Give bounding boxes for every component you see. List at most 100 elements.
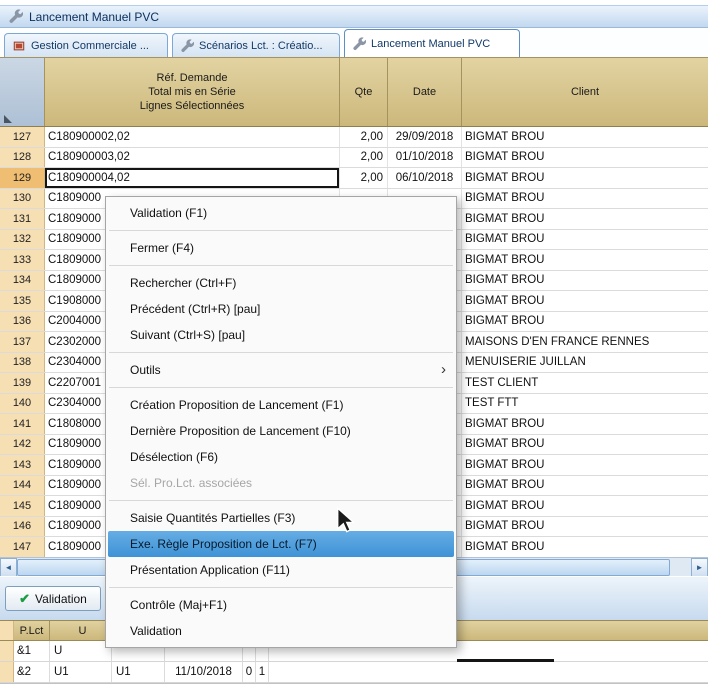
cell-num[interactable]: 129 (0, 168, 45, 188)
cell-num[interactable]: 135 (0, 291, 45, 311)
tab-gestion-commerciale[interactable]: Gestion Commerciale ... (4, 33, 168, 57)
menu-item-fermer-f4[interactable]: Fermer (F4) (106, 235, 456, 261)
cell-client[interactable]: BIGMAT BROU (462, 189, 708, 209)
bottom-header-plct[interactable]: P.Lct (14, 621, 50, 640)
cell-client[interactable]: BIGMAT BROU (462, 127, 708, 147)
cell-client[interactable]: BIGMAT BROU (462, 455, 708, 475)
cell-client[interactable]: MAISONS D'EN FRANCE RENNES (462, 332, 708, 352)
grid-row-127[interactable]: 127C180900002,022,0029/09/2018BIGMAT BRO… (0, 127, 708, 148)
cell-client[interactable]: BIGMAT BROU (462, 537, 708, 557)
cell[interactable]: U1 (112, 662, 165, 682)
cell-client[interactable]: BIGMAT BROU (462, 291, 708, 311)
cell-date[interactable]: 01/10/2018 (388, 148, 462, 168)
tab-lancement-manuel-pvc[interactable]: Lancement Manuel PVC (344, 29, 520, 57)
cell-client[interactable]: BIGMAT BROU (462, 148, 708, 168)
validation-button[interactable]: ✔ Validation (5, 586, 101, 611)
column-header-ref-demande[interactable]: Réf. Demande Total mis en Série Lignes S… (45, 58, 340, 126)
cell[interactable]: 11/10/2018 (165, 662, 243, 682)
cell-client[interactable]: BIGMAT BROU (462, 271, 708, 291)
menu-item-validation-f1[interactable]: Validation (F1) (106, 200, 456, 226)
cell-client[interactable]: TEST FTT (462, 394, 708, 414)
bottom-header-u[interactable]: U (50, 621, 112, 640)
cell-client[interactable]: TEST CLIENT (462, 373, 708, 393)
cell-client[interactable]: BIGMAT BROU (462, 209, 708, 229)
cell-num[interactable]: 144 (0, 476, 45, 496)
cell-client[interactable]: BIGMAT BROU (462, 517, 708, 537)
tab-scenarios-lct[interactable]: Scénarios Lct. : Créatio... (172, 33, 340, 57)
cell-client[interactable]: BIGMAT BROU (462, 312, 708, 332)
cell-client[interactable]: BIGMAT BROU (462, 414, 708, 434)
menu-item-label: Outils (130, 363, 161, 377)
cell-num[interactable]: 137 (0, 332, 45, 352)
cell-num[interactable]: 134 (0, 271, 45, 291)
cell[interactable] (269, 662, 708, 682)
menu-separator (109, 587, 453, 588)
cell-date[interactable]: 06/10/2018 (388, 168, 462, 188)
cell-client[interactable]: BIGMAT BROU (462, 496, 708, 516)
column-header-date[interactable]: Date (388, 58, 462, 126)
cell-date[interactable]: 29/09/2018 (388, 127, 462, 147)
menu-item-derni-re-proposition-de-lancement-f10[interactable]: Dernière Proposition de Lancement (F10) (106, 418, 456, 444)
cell-ref[interactable]: C180900003,02 (45, 148, 340, 168)
cell-num[interactable]: 136 (0, 312, 45, 332)
header-line: Réf. Demande (157, 71, 228, 85)
grid-corner-cell[interactable] (0, 58, 45, 126)
cell-client[interactable]: BIGMAT BROU (462, 230, 708, 250)
menu-item-suivant-ctrl-s-pau[interactable]: Suivant (Ctrl+S) [pau] (106, 322, 456, 348)
cell-client[interactable]: BIGMAT BROU (462, 250, 708, 270)
cell-num[interactable]: 139 (0, 373, 45, 393)
menu-item-rechercher-ctrl-f[interactable]: Rechercher (Ctrl+F) (106, 270, 456, 296)
bottom-header-corner[interactable] (0, 621, 14, 640)
cell-client[interactable]: BIGMAT BROU (462, 476, 708, 496)
cell-ref[interactable]: C180900004,02 (45, 168, 340, 188)
cell-client[interactable]: BIGMAT BROU (462, 435, 708, 455)
grid-row-129[interactable]: 129C180900004,022,0006/10/2018BIGMAT BRO… (0, 168, 708, 189)
context-menu: Validation (F1) Fermer (F4) Rechercher (Ct… (105, 196, 457, 648)
column-header-qte[interactable]: Qte (340, 58, 388, 126)
cell-ref[interactable]: C180900002,02 (45, 127, 340, 147)
cell-num[interactable]: 147 (0, 537, 45, 557)
cell-num[interactable]: 145 (0, 496, 45, 516)
cell-num[interactable]: 132 (0, 230, 45, 250)
menu-item-pr-sentation-application-f11[interactable]: Présentation Application (F11) (106, 557, 456, 583)
menu-item-saisie-quantit-s-partielles-f3[interactable]: Saisie Quantités Partielles (F3) (106, 505, 456, 531)
cell-qte[interactable]: 2,00 (340, 168, 388, 188)
row-header-cell[interactable] (0, 641, 14, 661)
cell-num[interactable]: 131 (0, 209, 45, 229)
column-header-client[interactable]: Client (462, 58, 708, 126)
cell-num[interactable]: 128 (0, 148, 45, 168)
cell-num[interactable]: 138 (0, 353, 45, 373)
cell-num[interactable]: 146 (0, 517, 45, 537)
cell-client[interactable]: BIGMAT BROU (462, 168, 708, 188)
cell-client[interactable]: MENUISERIE JUILLAN (462, 353, 708, 373)
row-header-cell[interactable] (0, 662, 14, 682)
cell-num[interactable]: 133 (0, 250, 45, 270)
cell[interactable]: 1 (256, 662, 269, 682)
menu-item-cr-ation-proposition-de-lancement-f1[interactable]: Création Proposition de Lancement (F1) (106, 392, 456, 418)
cell-num[interactable]: 140 (0, 394, 45, 414)
menu-item-d-s-lection-f6[interactable]: Désélection (F6) (106, 444, 456, 470)
cell-num[interactable]: 143 (0, 455, 45, 475)
menu-item-validation[interactable]: Validation (106, 618, 456, 644)
cell-plct[interactable]: &2 (14, 662, 50, 682)
grid-row-128[interactable]: 128C180900003,022,0001/10/2018BIGMAT BRO… (0, 148, 708, 169)
menu-separator (109, 230, 453, 231)
cell[interactable]: 0 (243, 662, 256, 682)
scroll-right-button[interactable]: ► (691, 558, 708, 577)
scroll-left-button[interactable]: ◄ (0, 558, 17, 577)
cell-qte[interactable]: 2,00 (340, 148, 388, 168)
bottom-grid-row-2[interactable]: &2 U1 U1 11/10/2018 0 1 (0, 662, 708, 683)
cell[interactable]: U1 (50, 662, 112, 682)
cell-qte[interactable]: 2,00 (340, 127, 388, 147)
menu-item-contr-le-maj-f1[interactable]: Contrôle (Maj+F1) (106, 592, 456, 618)
cell-num[interactable]: 130 (0, 189, 45, 209)
menu-item-pr-c-dent-ctrl-r-pau[interactable]: Précédent (Ctrl+R) [pau] (106, 296, 456, 322)
cell-plct[interactable]: &1 (14, 641, 50, 661)
menu-item-exe-r-gle-proposition-de-lct-f7[interactable]: Exe. Règle Proposition de Lct. (F7) (108, 531, 454, 557)
menu-item-outils[interactable]: Outils› (106, 357, 456, 383)
cell-num[interactable]: 142 (0, 435, 45, 455)
cell[interactable]: U (50, 641, 112, 661)
window-titlebar[interactable]: Lancement Manuel PVC (0, 5, 708, 28)
cell-num[interactable]: 141 (0, 414, 45, 434)
cell-num[interactable]: 127 (0, 127, 45, 147)
